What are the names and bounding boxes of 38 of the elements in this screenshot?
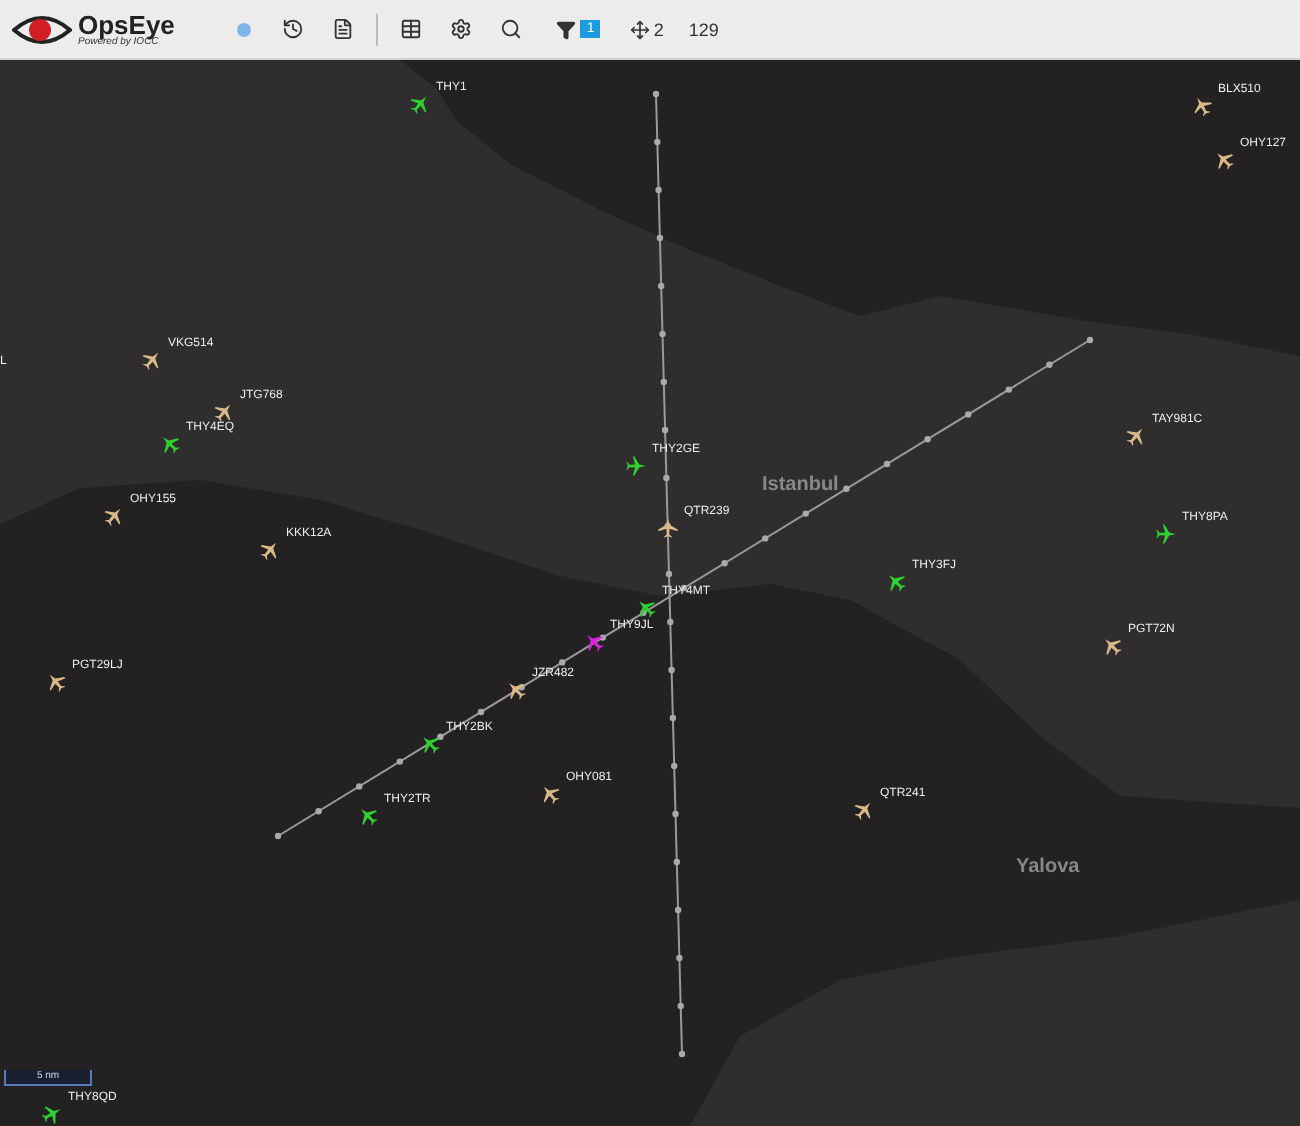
airplane-icon[interactable]: [40, 1102, 64, 1126]
airplane-icon[interactable]: [884, 570, 908, 594]
airplane-icon[interactable]: [418, 732, 442, 756]
airplane-icon[interactable]: [852, 798, 876, 822]
dot-icon: [235, 21, 252, 37]
target-count: 2: [653, 19, 664, 39]
search-icon: [500, 18, 523, 40]
history-icon: [282, 18, 305, 40]
airplane-icon[interactable]: [582, 630, 606, 654]
airplane-icon[interactable]: [1154, 522, 1178, 546]
airplane-icon[interactable]: [1124, 424, 1148, 448]
crosshair-icon: [629, 19, 650, 39]
airplane-icon[interactable]: [356, 804, 380, 828]
place-name: Istanbul: [762, 474, 839, 496]
targets-button[interactable]: 2: [621, 7, 672, 51]
airplane-icon[interactable]: [1100, 634, 1124, 658]
airplane-icon[interactable]: [538, 782, 562, 806]
settings-icon: [450, 18, 473, 40]
airplane-icon[interactable]: [408, 92, 432, 116]
table-icon: [400, 18, 423, 40]
document-icon: [332, 18, 355, 40]
brand-name: OpsEye: [78, 11, 175, 37]
flight-count: 129: [688, 19, 719, 39]
airplane-icon[interactable]: [1212, 148, 1236, 172]
airplane-icon[interactable]: [504, 678, 528, 702]
airplane-icon[interactable]: [624, 454, 648, 478]
airplane-icon[interactable]: [140, 348, 164, 372]
airplane-icon[interactable]: [102, 504, 126, 528]
airplane-icon[interactable]: [158, 432, 182, 456]
airplane-icon[interactable]: [44, 670, 68, 694]
airplane-icon[interactable]: [1190, 94, 1214, 118]
filter-icon: [556, 19, 577, 39]
place-name: Yalova: [1016, 856, 1080, 878]
airplane-icon[interactable]: [656, 516, 680, 540]
eye-logo-icon: [12, 11, 72, 47]
airplane-icon[interactable]: [634, 596, 658, 620]
airplane-icon[interactable]: [258, 538, 282, 562]
airplane-icon[interactable]: [212, 400, 236, 424]
